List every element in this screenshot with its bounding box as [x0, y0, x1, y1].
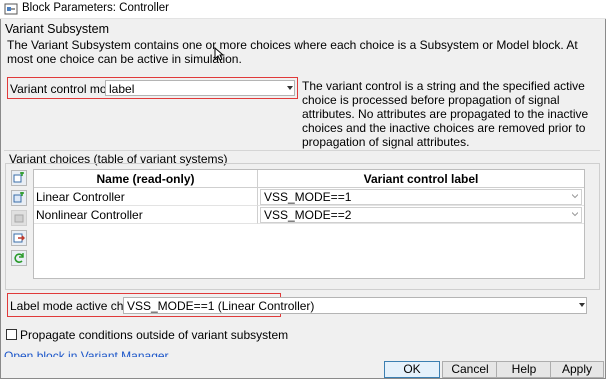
control-label-field[interactable]: VSS_MODE==1	[260, 189, 582, 205]
table-row: VSS_MODE==2	[258, 206, 584, 224]
cancel-button[interactable]: Cancel	[442, 361, 498, 378]
variant-control-mode-help: The variant control is a string and the …	[302, 79, 589, 149]
chevron-down-icon	[572, 212, 578, 217]
window-title: Block Parameters: Controller	[22, 2, 169, 14]
table-row-name: Linear Controller	[34, 188, 258, 206]
variant-control-mode-value: label	[109, 82, 135, 96]
active-choice-select[interactable]: VSS_MODE==1 (Linear Controller)	[123, 297, 587, 314]
add-model-choice-icon	[13, 192, 24, 203]
table-row-name: Nonlinear Controller	[34, 206, 258, 224]
chevron-down-icon	[572, 194, 578, 199]
control-label-field[interactable]: VSS_MODE==2	[260, 207, 582, 223]
refresh-button[interactable]	[11, 250, 27, 266]
variant-choices-table: Name (read-only) Variant control label L…	[33, 169, 585, 279]
control-label-value: VSS_MODE==2	[264, 208, 352, 222]
simulink-block-icon	[4, 3, 18, 15]
active-choice-value: VSS_MODE==1 (Linear Controller)	[127, 299, 315, 313]
apply-button[interactable]: Apply	[550, 361, 604, 378]
ok-button[interactable]: OK	[384, 361, 440, 378]
section-title: Variant Subsystem	[5, 22, 109, 36]
delete-choice-icon	[14, 214, 24, 223]
add-subsystem-choice-icon	[13, 172, 24, 183]
table-row: VSS_MODE==1	[258, 188, 584, 206]
column-header-control-label[interactable]: Variant control label	[258, 170, 584, 188]
open-variant-manager-link[interactable]: Open block in Variant Manager	[4, 349, 169, 357]
dropdown-arrow-icon	[287, 86, 293, 90]
divider	[4, 150, 600, 151]
open-choice-icon	[13, 233, 25, 243]
open-choice-button[interactable]	[11, 230, 27, 246]
dropdown-arrow-icon	[579, 303, 585, 307]
title-bar: Block Parameters: Controller	[0, 0, 606, 19]
delete-choice-button[interactable]	[11, 210, 27, 226]
add-subsystem-choice-button[interactable]	[11, 170, 27, 186]
propagate-conditions-checkbox[interactable]	[6, 329, 17, 340]
column-header-name[interactable]: Name (read-only)	[34, 170, 258, 188]
control-label-value: VSS_MODE==1	[264, 190, 352, 204]
mouse-cursor-icon	[214, 47, 224, 61]
add-model-choice-button[interactable]	[11, 190, 27, 206]
refresh-icon	[14, 253, 24, 263]
description: The Variant Subsystem contains one or mo…	[7, 38, 578, 66]
variant-control-mode-select[interactable]: label	[105, 80, 295, 96]
propagate-conditions-label: Propagate conditions outside of variant …	[20, 328, 289, 342]
help-button[interactable]: Help	[496, 361, 552, 378]
